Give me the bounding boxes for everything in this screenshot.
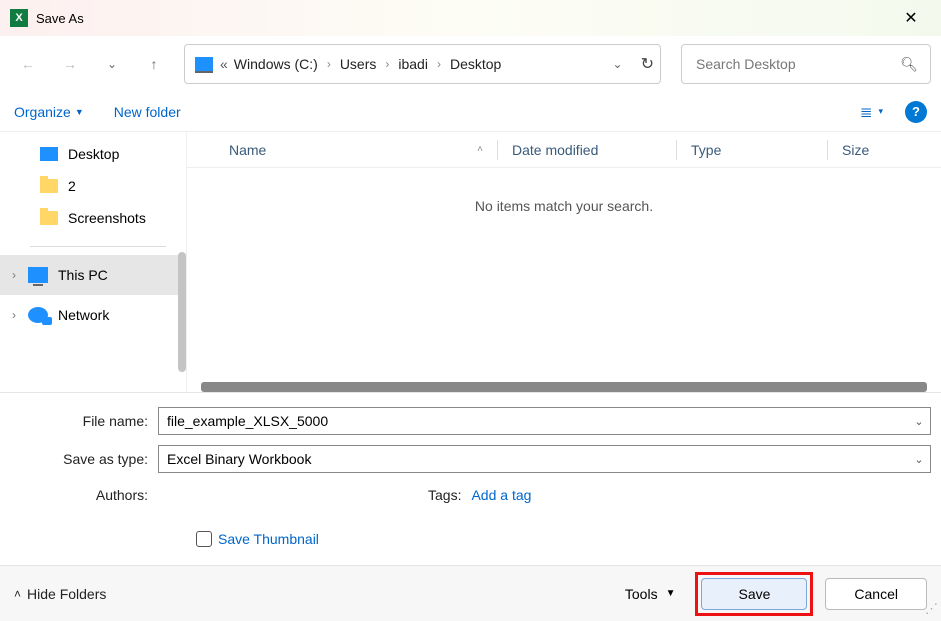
toolbar: Organize ▼ New folder ≣ ▾ ? xyxy=(0,92,941,132)
breadcrumb-dropdown[interactable]: ⌄ xyxy=(613,57,623,71)
sidebar-item-label: Desktop xyxy=(68,146,119,162)
new-folder-label: New folder xyxy=(114,104,181,120)
tags-label: Tags: xyxy=(428,487,461,503)
caret-down-icon: ▼ xyxy=(666,588,676,599)
filename-label: File name: xyxy=(10,413,158,429)
organize-menu[interactable]: Organize ▼ xyxy=(14,104,84,120)
sidebar-item-folder-2[interactable]: 2 xyxy=(0,170,186,202)
sidebar-item-label: 2 xyxy=(68,178,76,194)
filename-field[interactable]: ⌄ xyxy=(158,407,931,435)
search-box[interactable]: 🔍︎ xyxy=(681,44,931,84)
hide-folders-button[interactable]: ˄ Hide Folders xyxy=(14,586,106,602)
authors-label: Authors: xyxy=(10,487,158,503)
column-headers: Name ˄ Date modified Type Size xyxy=(187,132,941,168)
savetype-dropdown[interactable]: ⌄ xyxy=(908,453,930,466)
search-input[interactable] xyxy=(694,55,900,73)
footer: ˄ Hide Folders Tools ▼ Save Cancel xyxy=(0,565,941,621)
new-folder-button[interactable]: New folder xyxy=(114,104,181,120)
pc-icon xyxy=(28,267,48,283)
cancel-button[interactable]: Cancel xyxy=(825,578,927,610)
sidebar-group-this-pc[interactable]: › This PC xyxy=(0,255,186,295)
forward-button[interactable]: → xyxy=(52,46,88,82)
column-date[interactable]: Date modified xyxy=(498,142,676,158)
sidebar-item-label: This PC xyxy=(58,267,108,283)
folder-icon xyxy=(40,179,58,193)
close-button[interactable]: ✕ xyxy=(891,3,931,33)
excel-icon: X xyxy=(10,9,28,27)
main-area: Desktop 2 Screenshots › This PC › Networ… xyxy=(0,132,941,392)
savetype-field[interactable]: ⌄ xyxy=(158,445,931,473)
column-label: Type xyxy=(691,142,721,158)
search-icon[interactable]: 🔍︎ xyxy=(900,56,918,73)
chevron-right-icon: › xyxy=(437,57,441,71)
save-button[interactable]: Save xyxy=(701,578,807,610)
chevron-right-icon: › xyxy=(385,57,389,71)
horizontal-scrollbar[interactable] xyxy=(201,382,927,392)
back-button[interactable]: ← xyxy=(10,46,46,82)
sidebar-group-network[interactable]: › Network xyxy=(0,295,186,335)
column-label: Size xyxy=(842,142,869,158)
save-form: File name: ⌄ Save as type: ⌄ Authors: Ta… xyxy=(0,392,941,551)
drive-icon xyxy=(195,57,213,71)
sidebar-item-label: Screenshots xyxy=(68,210,146,226)
column-type[interactable]: Type xyxy=(677,142,827,158)
save-button-highlight: Save xyxy=(695,572,813,616)
chevron-right-icon: › xyxy=(327,57,331,71)
breadcrumb[interactable]: « Windows (C:) › Users › ibadi › Desktop… xyxy=(184,44,661,84)
breadcrumb-overflow[interactable]: « xyxy=(220,56,228,72)
recent-dropdown[interactable]: ⌄ xyxy=(94,46,130,82)
sidebar-item-label: Network xyxy=(58,307,109,323)
breadcrumb-seg-0[interactable]: Users xyxy=(337,54,380,74)
save-thumbnail-checkbox[interactable] xyxy=(196,531,212,547)
hide-folders-label: Hide Folders xyxy=(27,586,106,602)
tools-label: Tools xyxy=(625,586,658,602)
resize-grip[interactable]: ⋰ xyxy=(925,605,939,619)
empty-message: No items match your search. xyxy=(187,198,941,214)
savetype-label: Save as type: xyxy=(10,451,158,467)
file-list-area: Name ˄ Date modified Type Size No items … xyxy=(186,132,941,392)
view-menu[interactable]: ≣ ▾ xyxy=(852,99,891,125)
add-tag-link[interactable]: Add a tag xyxy=(471,487,531,503)
window-title: Save As xyxy=(36,11,891,26)
column-label: Date modified xyxy=(512,142,598,158)
column-name[interactable]: Name ˄ xyxy=(187,142,497,158)
sidebar: Desktop 2 Screenshots › This PC › Networ… xyxy=(0,132,186,392)
title-bar: X Save As ✕ xyxy=(0,0,941,36)
sidebar-divider xyxy=(30,246,166,247)
authors-input[interactable] xyxy=(158,483,308,507)
refresh-button[interactable]: ↻ xyxy=(641,54,654,74)
chevron-right-icon[interactable]: › xyxy=(12,268,28,282)
caret-down-icon: ▼ xyxy=(75,107,84,117)
sidebar-item-desktop[interactable]: Desktop xyxy=(0,138,186,170)
folder-icon xyxy=(40,211,58,225)
desktop-icon xyxy=(40,147,58,161)
chevron-up-icon: ˄ xyxy=(14,587,21,601)
organize-label: Organize xyxy=(14,104,71,120)
network-icon xyxy=(28,307,48,323)
savetype-input[interactable] xyxy=(159,446,908,472)
sidebar-item-screenshots[interactable]: Screenshots xyxy=(0,202,186,234)
tools-menu[interactable]: Tools ▼ xyxy=(625,586,676,602)
breadcrumb-seg-2[interactable]: Desktop xyxy=(447,54,504,74)
sort-indicator-icon: ˄ xyxy=(477,144,483,155)
filename-input[interactable] xyxy=(159,408,908,434)
nav-bar: ← → ⌄ ↑ « Windows (C:) › Users › ibadi ›… xyxy=(0,36,941,92)
filename-dropdown[interactable]: ⌄ xyxy=(908,415,930,428)
help-button[interactable]: ? xyxy=(905,101,927,123)
breadcrumb-drive[interactable]: Windows (C:) xyxy=(231,54,321,74)
up-button[interactable]: ↑ xyxy=(136,46,172,82)
chevron-right-icon[interactable]: › xyxy=(12,308,28,322)
column-size[interactable]: Size xyxy=(828,142,888,158)
sidebar-scrollbar[interactable] xyxy=(178,252,186,372)
breadcrumb-seg-1[interactable]: ibadi xyxy=(395,54,431,74)
save-thumbnail-label[interactable]: Save Thumbnail xyxy=(218,531,319,547)
column-label: Name xyxy=(229,142,266,158)
